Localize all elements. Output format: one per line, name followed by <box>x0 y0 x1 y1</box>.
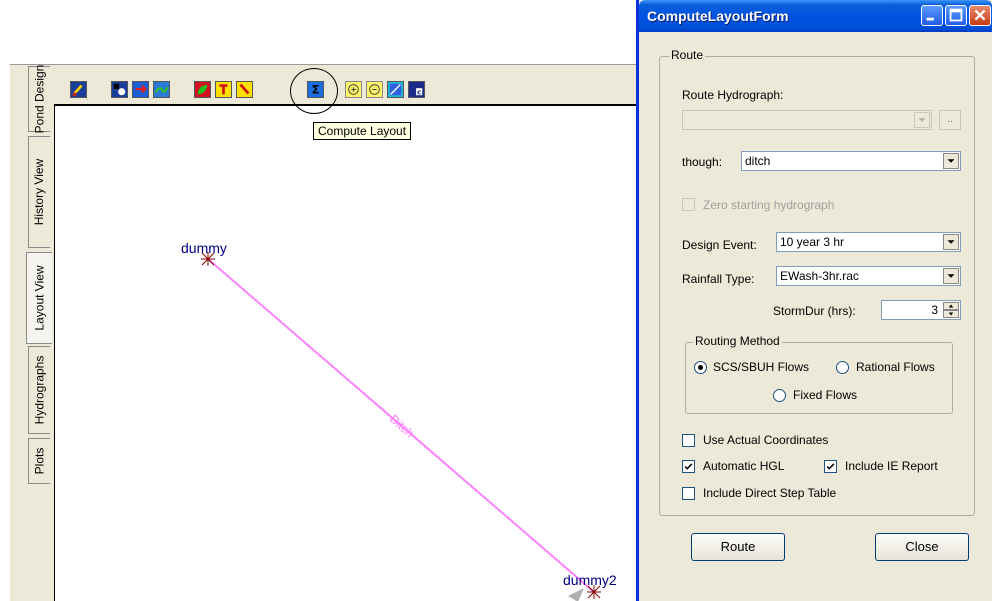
highlight-circle <box>290 68 338 114</box>
design-event-label: Design Event: <box>682 238 757 252</box>
close-window-button[interactable] <box>969 5 991 26</box>
include-ie-report-label: Include IE Report <box>845 459 938 473</box>
rainfall-type-label: Rainfall Type: <box>682 272 755 286</box>
chevron-down-icon <box>943 268 959 284</box>
radio-fixed-label: Fixed Flows <box>793 388 858 402</box>
close-button[interactable]: Close <box>875 533 969 561</box>
routing-method-group <box>685 342 953 414</box>
radio-fixed[interactable] <box>773 389 786 402</box>
zero-starting-label: Zero starting hydrograph <box>703 198 835 212</box>
routing-method-label: Routing Method <box>693 334 782 348</box>
include-direct-step-label: Include Direct Step Table <box>703 486 837 500</box>
link-arrowhead <box>568 588 584 601</box>
include-direct-step-checkbox[interactable] <box>682 487 695 500</box>
radio-rational[interactable] <box>836 361 849 374</box>
maximize-button[interactable] <box>945 5 967 26</box>
tooltip: Compute Layout <box>313 122 412 140</box>
automatic-hgl-label: Automatic HGL <box>703 459 785 473</box>
spin-down-icon[interactable] <box>943 310 959 318</box>
radio-scs-sbuh-label: SCS/SBUH Flows <box>713 360 810 374</box>
route-group-label: Route <box>669 48 706 62</box>
storm-duration-label: StormDur (hrs): <box>773 304 856 318</box>
use-actual-coordinates-label: Use Actual Coordinates <box>703 433 829 447</box>
through-select[interactable]: ditch <box>741 151 961 171</box>
route-button[interactable]: Route <box>691 533 785 561</box>
radio-rational-label: Rational Flows <box>856 360 935 374</box>
title-bar[interactable]: ComputeLayoutForm <box>639 0 992 32</box>
zero-starting-checkbox[interactable] <box>682 198 695 211</box>
node-label: dummy <box>181 240 227 256</box>
through-label: though: <box>682 155 723 169</box>
design-event-select[interactable]: 10 year 3 hr <box>776 232 961 252</box>
include-ie-report-checkbox[interactable] <box>824 460 837 473</box>
spin-up-icon[interactable] <box>943 302 959 310</box>
chevron-down-icon <box>943 153 959 169</box>
compute-layout-dialog: ComputeLayoutForm Route Route Hydrograph… <box>636 0 992 601</box>
minimize-button[interactable] <box>921 5 943 26</box>
layout-window: Pond Design History View Layout View Hyd… <box>0 0 636 601</box>
chevron-down-icon <box>943 234 959 250</box>
automatic-hgl-checkbox[interactable] <box>682 460 695 473</box>
route-hydrograph-select[interactable] <box>682 110 932 130</box>
use-actual-coordinates-checkbox[interactable] <box>682 434 695 447</box>
radio-scs-sbuh[interactable] <box>694 361 707 374</box>
chevron-down-icon <box>914 112 930 128</box>
rainfall-type-select[interactable]: EWash-3hr.rac <box>776 266 961 286</box>
browse-button[interactable]: .. <box>939 110 961 130</box>
dialog-title: ComputeLayoutForm <box>647 8 789 24</box>
route-hydrograph-label: Route Hydrograph: <box>682 88 784 102</box>
storm-duration-spinner[interactable]: 3 <box>881 300 961 320</box>
node-label: dummy2 <box>563 572 617 588</box>
